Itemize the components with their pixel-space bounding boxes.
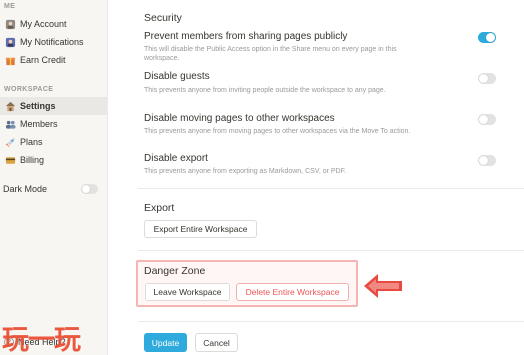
security-heading: Security — [144, 12, 182, 24]
sidebar-item-label: Members — [20, 119, 58, 129]
dark-mode-row: Dark Mode — [3, 181, 103, 197]
account-icon — [5, 19, 16, 30]
leave-workspace-button[interactable]: Leave Workspace — [145, 283, 230, 301]
sidebar: ME My Account My Notifications Earn Cred… — [0, 0, 108, 355]
sidebar-item-my-notifications[interactable]: My Notifications — [0, 33, 107, 51]
option-title-disable-moving: Disable moving pages to other workspaces — [144, 113, 335, 124]
divider — [138, 250, 524, 251]
option-desc-disable-moving: This prevents anyone from moving pages t… — [144, 128, 411, 135]
option-title-disable-guests: Disable guests — [144, 71, 210, 82]
sidebar-item-earn-credit[interactable]: Earn Credit — [0, 51, 107, 69]
option-title-disable-export: Disable export — [144, 153, 208, 164]
section-label-workspace: WORKSPACE — [4, 86, 54, 93]
toggle-disable-export[interactable] — [478, 155, 496, 166]
sidebar-item-plans[interactable]: Plans — [0, 133, 107, 151]
sidebar-item-label: Settings — [20, 101, 56, 111]
watermark-logo: 玩一玩 — [2, 325, 81, 355]
sidebar-item-label: Billing — [20, 155, 45, 165]
sidebar-item-members[interactable]: Members — [0, 115, 107, 133]
option-desc-disable-export: This prevents anyone from exporting as M… — [144, 168, 347, 175]
arrow-annotation-icon — [364, 274, 402, 298]
card-icon — [5, 155, 16, 166]
settings-panel: Security Prevent members from sharing pa… — [108, 0, 524, 355]
settings-house-icon — [5, 101, 16, 112]
divider — [138, 188, 524, 189]
sidebar-item-label: Earn Credit — [20, 55, 66, 65]
option-title-share-publicly: Prevent members from sharing pages publi… — [144, 31, 348, 42]
dark-mode-label: Dark Mode — [3, 184, 48, 194]
divider — [138, 321, 524, 322]
export-heading: Export — [144, 202, 175, 214]
members-icon — [5, 119, 16, 130]
sidebar-item-label: My Account — [20, 19, 67, 29]
sidebar-item-my-account[interactable]: My Account — [0, 15, 107, 33]
rocket-icon — [5, 137, 16, 148]
option-desc-share-publicly: This will disable the Public Access opti… — [144, 46, 397, 62]
toggle-disable-moving[interactable] — [478, 114, 496, 125]
sidebar-item-label: My Notifications — [20, 37, 84, 47]
notifications-icon — [5, 37, 16, 48]
cancel-button[interactable]: Cancel — [195, 333, 238, 352]
sidebar-item-settings[interactable]: Settings — [0, 97, 107, 115]
update-button[interactable]: Update — [144, 333, 187, 352]
danger-zone-heading: Danger Zone — [144, 265, 206, 277]
gift-icon — [5, 55, 16, 66]
toggle-disable-guests[interactable] — [478, 73, 496, 84]
delete-workspace-button[interactable]: Delete Entire Workspace — [236, 283, 349, 301]
toggle-share-publicly[interactable] — [478, 32, 496, 43]
dark-mode-toggle[interactable] — [81, 184, 98, 194]
export-workspace-button[interactable]: Export Entire Workspace — [144, 220, 257, 238]
option-desc-disable-guests: This prevents anyone from inviting peopl… — [144, 87, 386, 94]
sidebar-item-label: Plans — [20, 137, 43, 147]
sidebar-item-billing[interactable]: Billing — [0, 151, 107, 169]
section-label-me: ME — [4, 3, 16, 10]
